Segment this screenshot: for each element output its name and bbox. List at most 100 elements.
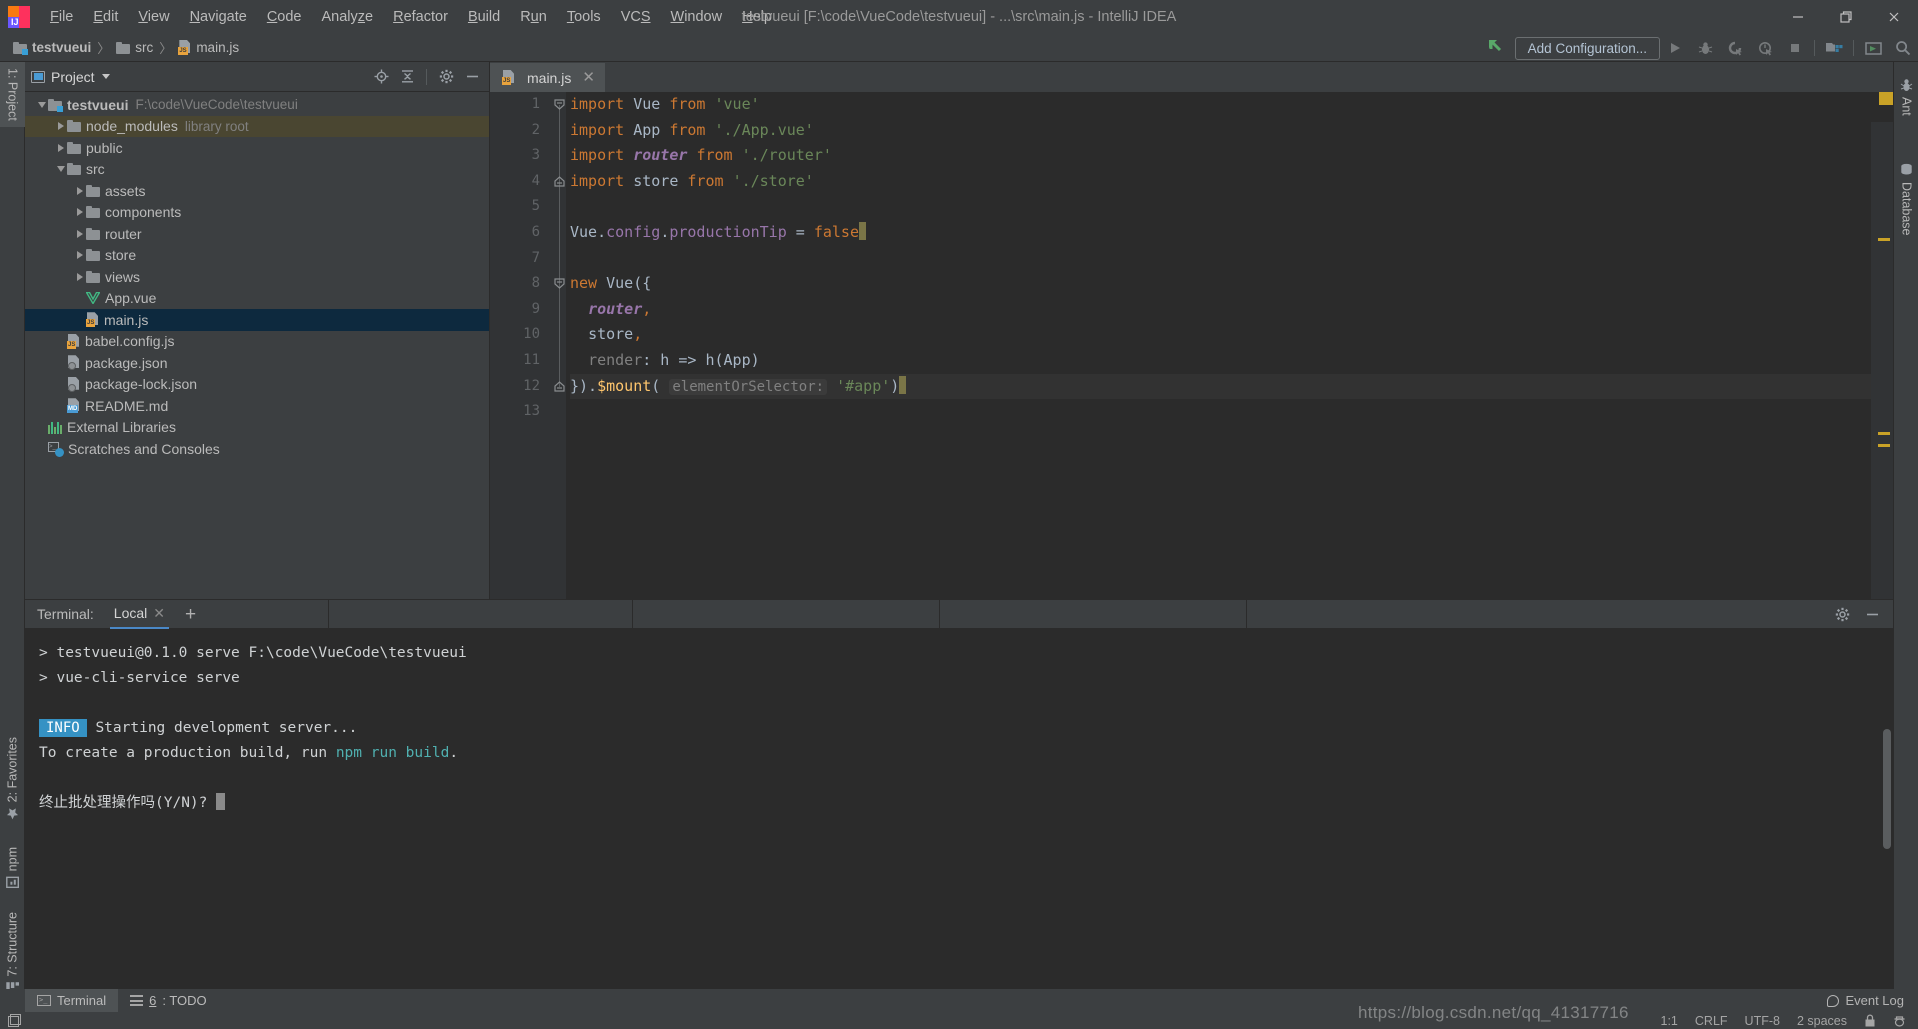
sidebar-item-ant[interactable]: Ant: [1894, 72, 1918, 122]
update-icon[interactable]: [1858, 35, 1888, 61]
breadcrumb-item-project[interactable]: testvueui: [10, 39, 94, 56]
hide-terminal-icon[interactable]: [1861, 603, 1883, 625]
expand-arrow-down-icon[interactable]: [54, 159, 67, 180]
bottom-tab-terminal[interactable]: >_ Terminal: [25, 989, 119, 1012]
expand-arrow-right-icon[interactable]: [73, 266, 86, 287]
code-line[interactable]: }).$mount( elementOrSelector: '#app'): [570, 373, 1893, 400]
menu-item-refactor[interactable]: Refactor: [383, 6, 458, 28]
line-separator[interactable]: CRLF: [1695, 1014, 1728, 1028]
tree-node-src[interactable]: src: [25, 159, 489, 181]
close-tab-icon[interactable]: ✕: [582, 70, 595, 85]
warning-stripe-mark[interactable]: [1878, 444, 1890, 447]
terminal-scrollbar[interactable]: [1883, 729, 1891, 849]
menu-item-build[interactable]: Build: [458, 6, 510, 28]
sidebar-item-structure[interactable]: 7: Structure: [0, 906, 25, 999]
tree-node-public[interactable]: public: [25, 137, 489, 159]
terminal-output[interactable]: > testvueui@0.1.0 serve F:\code\VueCode\…: [25, 629, 1893, 989]
indent-setting[interactable]: 2 spaces: [1797, 1014, 1847, 1028]
code-line[interactable]: new Vue({: [570, 271, 1893, 297]
tree-node-assets[interactable]: assets: [25, 180, 489, 202]
menu-item-run[interactable]: Run: [510, 6, 557, 28]
code-fold-toggle[interactable]: [554, 278, 565, 289]
tree-node-babel-config-js[interactable]: JS babel.config.js: [25, 331, 489, 353]
chevron-down-icon[interactable]: [101, 74, 110, 79]
sidebar-item-npm[interactable]: npm: [0, 841, 25, 894]
open-windows-icon[interactable]: [8, 1014, 21, 1027]
expand-arrow-right-icon[interactable]: [73, 180, 86, 201]
breadcrumb-item-src[interactable]: src: [113, 39, 156, 56]
add-configuration-button[interactable]: Add Configuration...: [1514, 36, 1660, 60]
caret-position[interactable]: 1:1: [1661, 1014, 1678, 1028]
code-line[interactable]: import App from './App.vue': [570, 118, 1893, 144]
code-line[interactable]: router,: [570, 297, 1893, 323]
menu-item-vcs[interactable]: VCS: [611, 6, 661, 28]
menu-item-navigate[interactable]: Navigate: [180, 6, 257, 28]
code-editor[interactable]: 1 2 3 4 5 6 7 8 9 10 11 12 13 import Vue from 'vue' i…: [490, 92, 1893, 599]
maximize-button[interactable]: [1822, 0, 1870, 34]
expand-arrow-right-icon[interactable]: [73, 223, 86, 244]
tree-node-package-lock-json[interactable]: package-lock.json: [25, 374, 489, 396]
code-fold-toggle[interactable]: [554, 380, 565, 392]
sidebar-item-favorites[interactable]: 2: Favorites: [0, 731, 25, 826]
expand-arrow-down-icon[interactable]: [35, 94, 48, 115]
project-tree[interactable]: testvueui F:\code\VueCode\testvueui node_m…: [25, 92, 489, 599]
code-content[interactable]: import Vue from 'vue' import App from './…: [566, 92, 1893, 599]
stop-icon[interactable]: [1780, 35, 1810, 61]
tree-node-readme-md[interactable]: MD README.md: [25, 395, 489, 417]
breadcrumb-item-file[interactable]: JS main.js: [175, 39, 242, 56]
tree-node-testvueui[interactable]: testvueui F:\code\VueCode\testvueui: [25, 94, 489, 116]
terminal-tab-local[interactable]: Local ✕: [109, 600, 169, 629]
inspection-hector-icon[interactable]: [1893, 1014, 1906, 1027]
menu-item-view[interactable]: View: [128, 6, 179, 28]
sidebar-item-database[interactable]: Database: [1894, 157, 1918, 242]
debug-icon[interactable]: [1690, 35, 1720, 61]
expand-arrow-right-icon[interactable]: [54, 137, 67, 158]
code-line[interactable]: import router from './router': [570, 143, 1893, 169]
tree-node-views[interactable]: views: [25, 266, 489, 288]
code-folding-gutter[interactable]: [552, 92, 566, 599]
expand-arrow-right-icon[interactable]: [73, 202, 86, 223]
tree-node-store[interactable]: store: [25, 245, 489, 267]
collapse-all-icon[interactable]: [396, 66, 418, 88]
settings-gear-icon[interactable]: [435, 66, 457, 88]
run-with-coverage-icon[interactable]: [1720, 35, 1750, 61]
locate-icon[interactable]: [370, 66, 392, 88]
tab-main-js[interactable]: JS main.js ✕: [490, 63, 605, 92]
warning-stripe-mark[interactable]: [1878, 238, 1890, 241]
project-structure-icon[interactable]: [1819, 35, 1849, 61]
menu-item-edit[interactable]: Edit: [83, 6, 128, 28]
tree-node-external-libraries[interactable]: External Libraries: [25, 417, 489, 439]
search-everywhere-icon[interactable]: [1888, 35, 1918, 61]
menu-item-analyze[interactable]: Analyze: [312, 6, 384, 28]
editor-warning-marker[interactable]: [1879, 92, 1893, 105]
code-line[interactable]: render: h => h(App): [570, 348, 1893, 374]
menu-item-code[interactable]: Code: [257, 6, 312, 28]
event-log-button[interactable]: Event Log: [1827, 993, 1904, 1008]
hide-panel-icon[interactable]: [461, 66, 483, 88]
code-line[interactable]: store,: [570, 322, 1893, 348]
tree-node-router[interactable]: router: [25, 223, 489, 245]
menu-item-tools[interactable]: Tools: [557, 6, 611, 28]
file-encoding[interactable]: UTF-8: [1745, 1014, 1780, 1028]
lock-icon[interactable]: [1864, 1014, 1876, 1027]
code-line[interactable]: [570, 194, 1893, 220]
tree-node-components[interactable]: components: [25, 202, 489, 224]
expand-arrow-right-icon[interactable]: [54, 116, 67, 137]
tree-node-app-vue[interactable]: App.vue: [25, 288, 489, 310]
new-terminal-session-button[interactable]: +: [185, 605, 196, 624]
code-line[interactable]: [570, 246, 1893, 272]
terminal-settings-gear-icon[interactable]: [1831, 603, 1853, 625]
code-line[interactable]: Vue.config.productionTip = false: [570, 220, 1893, 246]
close-button[interactable]: [1870, 0, 1918, 34]
profiler-icon[interactable]: [1750, 35, 1780, 61]
code-line[interactable]: import Vue from 'vue': [570, 92, 1893, 118]
run-icon[interactable]: [1660, 35, 1690, 61]
code-line[interactable]: import store from './store': [570, 169, 1893, 195]
error-stripe-marks[interactable]: [1871, 122, 1893, 599]
bottom-tab-todo[interactable]: 6 : TODO: [118, 989, 219, 1012]
code-line[interactable]: [570, 399, 1893, 425]
close-terminal-tab-icon[interactable]: ✕: [153, 605, 165, 622]
menu-item-window[interactable]: Window: [661, 6, 733, 28]
tree-node-main-js[interactable]: JS main.js: [25, 309, 489, 331]
tree-node-scratches-and-consoles[interactable]: >_ Scratches and Consoles: [25, 438, 489, 460]
